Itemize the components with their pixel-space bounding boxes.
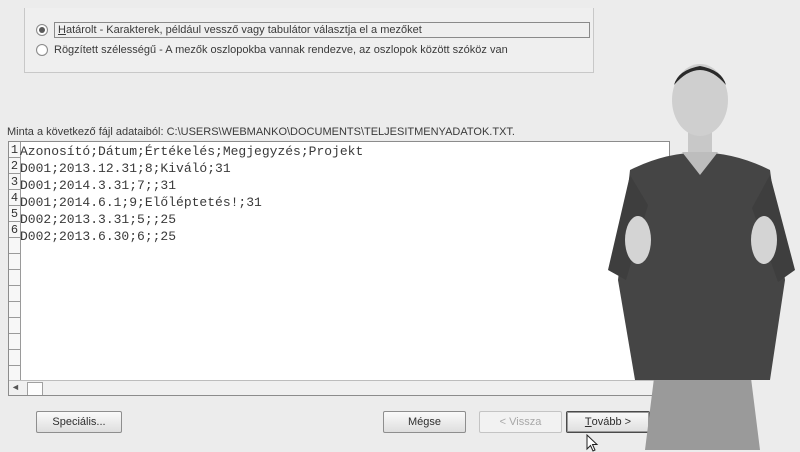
preview-caption: Minta a következő fájl adataiból: C:\USE… (7, 126, 515, 138)
line-number: 4 (9, 191, 20, 206)
horizontal-scrollbar[interactable]: ◄ (9, 380, 669, 395)
line-number-empty (9, 350, 20, 366)
line-number-empty (9, 334, 20, 350)
cancel-button[interactable]: Mégse (383, 411, 466, 433)
preview-line: Azonosító;Dátum;Értékelés;Megjegyzés;Pro… (20, 144, 364, 159)
scrollbar-thumb[interactable] (27, 382, 43, 395)
preview-lines: Azonosító;Dátum;Értékelés;Megjegyzés;Pro… (20, 142, 363, 245)
radio-delimited-label[interactable]: Határolt - Karakterek, például vessző va… (54, 22, 590, 38)
line-number-empty (9, 254, 20, 270)
line-number: 2 (9, 159, 20, 174)
line-number-empty (9, 318, 20, 334)
preview-line: D001;2014.6.1;9;Előléptetés!;31 (20, 195, 262, 210)
line-number: 1 (9, 143, 20, 158)
advanced-button[interactable]: Speciális... (36, 411, 122, 433)
line-number-empty (9, 302, 20, 318)
radio-delimited[interactable] (36, 24, 48, 36)
preview-line: D002;2013.6.30;6;;25 (20, 229, 177, 244)
line-number: 6 (9, 223, 20, 238)
file-type-group (24, 8, 594, 73)
radio-delimited-row[interactable]: Határolt - Karakterek, például vessző va… (36, 22, 590, 38)
radio-fixed-width-row[interactable]: Rögzített szélességű - A mezők oszlopokb… (36, 44, 508, 56)
line-number-empty (9, 286, 20, 302)
mouse-cursor-icon (586, 434, 599, 452)
radio-fixed-width-label[interactable]: Rögzített szélességű - A mezők oszlopokb… (54, 44, 508, 56)
preview-line: D002;2013.3.31;5;;25 (20, 212, 177, 227)
presenter-figure (608, 64, 795, 450)
radio-fixed-width[interactable] (36, 44, 48, 56)
back-button[interactable]: < Vissza (479, 411, 562, 433)
line-number-empty (9, 238, 20, 254)
preview-line: D001;2014.3.31;7;;31 (20, 178, 177, 193)
scroll-left-icon[interactable]: ◄ (11, 382, 20, 392)
preview-line: D001;2013.12.31;8;Kiváló;31 (20, 161, 231, 176)
line-number-empty (9, 270, 20, 286)
line-number: 5 (9, 207, 20, 222)
line-number: 3 (9, 175, 20, 190)
data-preview-pane[interactable]: 1 2 3 4 5 6 Azonosító;Dátum;Értékelés;Me… (8, 141, 670, 396)
